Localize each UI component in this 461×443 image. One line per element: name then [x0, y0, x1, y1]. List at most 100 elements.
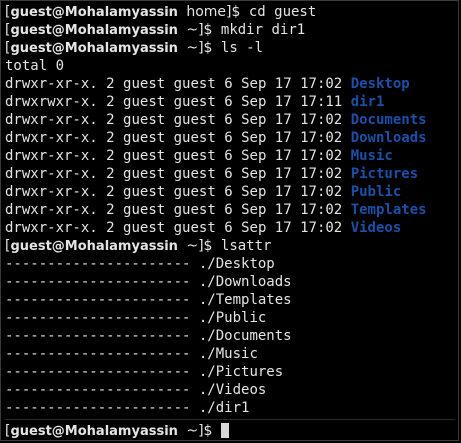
entry-date: Sep 17 17:02 — [241, 166, 343, 182]
entry-path: ./Templates — [198, 292, 292, 308]
prompt-close-bracket: ]$ — [198, 238, 213, 254]
prompt-user-host: guest@Mohalamyassin — [10, 424, 178, 439]
entry-links: 2 — [106, 202, 115, 218]
entry-perms: drwxr-xr-x. — [5, 184, 98, 200]
entry-dir-name: Videos — [350, 220, 402, 236]
prompt-line-current[interactable]: [guest@Mohalamyassin ~]$ — [5, 419, 455, 440]
terminal-window[interactable]: [guest@Mohalamyassin home]$ cd guest [gu… — [0, 0, 459, 441]
command-text: ls -l — [220, 40, 264, 56]
entry-group: guest — [173, 112, 216, 128]
prompt-line: [guest@Mohalamyassin ~]$ ls -l — [5, 39, 458, 57]
entry-path: ./dir1 — [198, 400, 250, 416]
entry-size: 6 — [224, 112, 233, 128]
prompt-close-bracket: ]$ — [198, 22, 213, 38]
prompt-line: [guest@Mohalamyassin ~]$ lsattr — [5, 237, 458, 255]
entry-group: guest — [173, 76, 216, 92]
entry-path: ./Desktop — [198, 256, 275, 272]
entry-path: ./Documents — [198, 328, 292, 344]
entry-dir-name: Public — [350, 184, 402, 200]
ls-entry: drwxr-xr-x. 2 guest guest 6 Sep 17 17:02… — [5, 75, 458, 93]
entry-owner: guest — [123, 130, 166, 146]
entry-attrs: ---------------------- — [5, 292, 191, 308]
entry-perms: drwxr-xr-x. — [5, 112, 98, 128]
entry-date: Sep 17 17:02 — [241, 76, 343, 92]
lsattr-entry: ---------------------- ./Videos — [5, 381, 458, 399]
entry-path: ./Music — [198, 346, 258, 362]
entry-path: ./Downloads — [198, 274, 292, 290]
entry-owner: guest — [123, 220, 166, 236]
lsattr-entry: ---------------------- ./Public — [5, 309, 458, 327]
ls-entry: drwxr-xr-x. 2 guest guest 6 Sep 17 17:02… — [5, 201, 458, 219]
entry-links: 2 — [106, 76, 115, 92]
entry-date: Sep 17 17:02 — [241, 148, 343, 164]
entry-date: Sep 17 17:02 — [241, 184, 343, 200]
entry-links: 2 — [106, 166, 115, 182]
entry-links: 2 — [106, 220, 115, 236]
prompt-cwd: home — [186, 4, 227, 20]
entry-owner: guest — [123, 76, 166, 92]
entry-group: guest — [173, 220, 216, 236]
ls-entry: drwxrwxr-x. 2 guest guest 6 Sep 17 17:11… — [5, 93, 458, 111]
prompt-cwd: ~ — [186, 423, 199, 439]
entry-attrs: ---------------------- — [5, 364, 191, 380]
entry-links: 2 — [106, 112, 115, 128]
command-text: cd guest — [248, 4, 317, 20]
ls-entry: drwxr-xr-x. 2 guest guest 6 Sep 17 17:02… — [5, 165, 458, 183]
entry-owner: guest — [123, 166, 166, 182]
entry-path: ./Videos — [198, 382, 267, 398]
prompt-user-host: guest@Mohalamyassin — [10, 23, 178, 38]
prompt-user-host: guest@Mohalamyassin — [10, 5, 178, 20]
entry-size: 6 — [224, 148, 233, 164]
entry-group: guest — [173, 202, 216, 218]
prompt-cwd: ~ — [186, 238, 199, 254]
entry-perms: drwxrwxr-x. — [5, 94, 98, 110]
entry-attrs: ---------------------- — [5, 310, 191, 326]
entry-group: guest — [173, 94, 216, 110]
ls-entry: drwxr-xr-x. 2 guest guest 6 Sep 17 17:02… — [5, 147, 458, 165]
entry-date: Sep 17 17:02 — [241, 220, 343, 236]
prompt-user-host: guest@Mohalamyassin — [10, 41, 178, 56]
entry-size: 6 — [224, 76, 233, 92]
entry-dir-name: Downloads — [350, 130, 427, 146]
entry-date: Sep 17 17:02 — [241, 202, 343, 218]
prompt-line: [guest@Mohalamyassin home]$ cd guest — [5, 3, 458, 21]
entry-owner: guest — [123, 112, 166, 128]
prompt-cwd: ~ — [186, 22, 199, 38]
entry-links: 2 — [106, 130, 115, 146]
lsattr-entry: ---------------------- ./Pictures — [5, 363, 458, 381]
lsattr-entry: ---------------------- ./Desktop — [5, 255, 458, 273]
entry-attrs: ---------------------- — [5, 256, 191, 272]
entry-perms: drwxr-xr-x. — [5, 130, 98, 146]
entry-links: 2 — [106, 184, 115, 200]
ls-entry: drwxr-xr-x. 2 guest guest 6 Sep 17 17:02… — [5, 183, 458, 201]
ls-entry: drwxr-xr-x. 2 guest guest 6 Sep 17 17:02… — [5, 111, 458, 129]
text-cursor — [220, 423, 229, 438]
entry-path: ./Pictures — [198, 364, 284, 380]
entry-attrs: ---------------------- — [5, 346, 191, 362]
prompt-user-host: guest@Mohalamyassin — [10, 239, 178, 254]
entry-owner: guest — [123, 94, 166, 110]
lsattr-entry: ---------------------- ./Downloads — [5, 273, 458, 291]
command-text: mkdir dir1 — [220, 22, 306, 38]
entry-dir-name: Desktop — [350, 76, 410, 92]
prompt-line: [guest@Mohalamyassin ~]$ mkdir dir1 — [5, 21, 458, 39]
lsattr-entry: ---------------------- ./dir1 — [5, 399, 458, 417]
entry-path: ./Public — [198, 310, 267, 326]
entry-owner: guest — [123, 202, 166, 218]
prompt-close-bracket: ]$ — [226, 4, 241, 20]
entry-group: guest — [173, 184, 216, 200]
ls-entry: drwxr-xr-x. 2 guest guest 6 Sep 17 17:02… — [5, 129, 458, 147]
entry-dir-name: Documents — [350, 112, 427, 128]
lsattr-entry: ---------------------- ./Documents — [5, 327, 458, 345]
entry-dir-name: Pictures — [350, 166, 419, 182]
entry-size: 6 — [224, 184, 233, 200]
entry-size: 6 — [224, 94, 233, 110]
entry-perms: drwxr-xr-x. — [5, 166, 98, 182]
prompt-close-bracket: ]$ — [198, 423, 213, 439]
entry-date: Sep 17 17:11 — [241, 94, 343, 110]
entry-perms: drwxr-xr-x. — [5, 202, 98, 218]
prompt-close-bracket: ]$ — [198, 40, 213, 56]
entry-links: 2 — [106, 94, 115, 110]
prompt-cwd: ~ — [186, 40, 199, 56]
ls-total-line: total 0 — [5, 58, 65, 74]
